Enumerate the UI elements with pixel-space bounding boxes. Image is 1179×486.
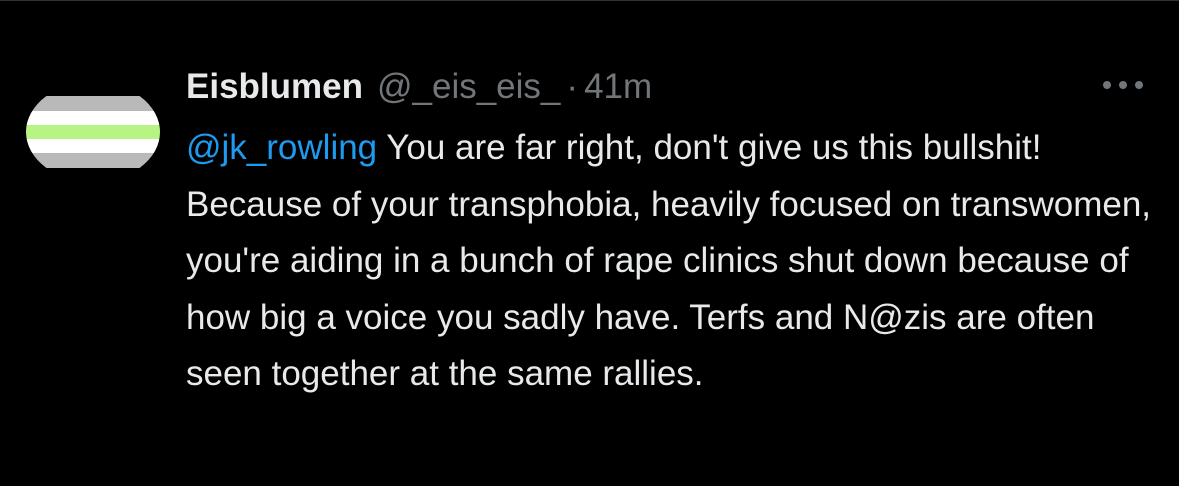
avatar-stripe-white [26,139,160,154]
tweet[interactable]: Eisblumen @_eis_eis_ · 41m @jk_rowling Y… [0,0,1179,486]
avatar-stripe-gray [26,153,160,168]
avatar-stripe-black [26,167,160,182]
user-handle[interactable]: @_eis_eis_ [377,67,560,107]
tweet-header: Eisblumen @_eis_eis_ · 41m [186,64,652,110]
mention-link[interactable]: @jk_rowling [186,128,377,167]
separator-dot: · [566,67,579,106]
avatar[interactable] [26,82,160,182]
more-dot [1103,81,1111,89]
more-dot [1135,81,1143,89]
more-dot [1119,81,1127,89]
tweet-text: @jk_rowling You are far right, don't giv… [186,120,1176,403]
display-name[interactable]: Eisblumen [186,67,363,107]
tweet-body: You are far right, don't give us this bu… [186,128,1152,393]
more-horizontal-icon[interactable] [1103,70,1143,100]
avatar-stripe-gray [26,96,160,111]
avatar-stripe-black [26,82,160,97]
avatar-stripe-white [26,110,160,125]
avatar-stripe-green [26,124,160,140]
tweet-timestamp[interactable]: 41m [584,67,652,107]
